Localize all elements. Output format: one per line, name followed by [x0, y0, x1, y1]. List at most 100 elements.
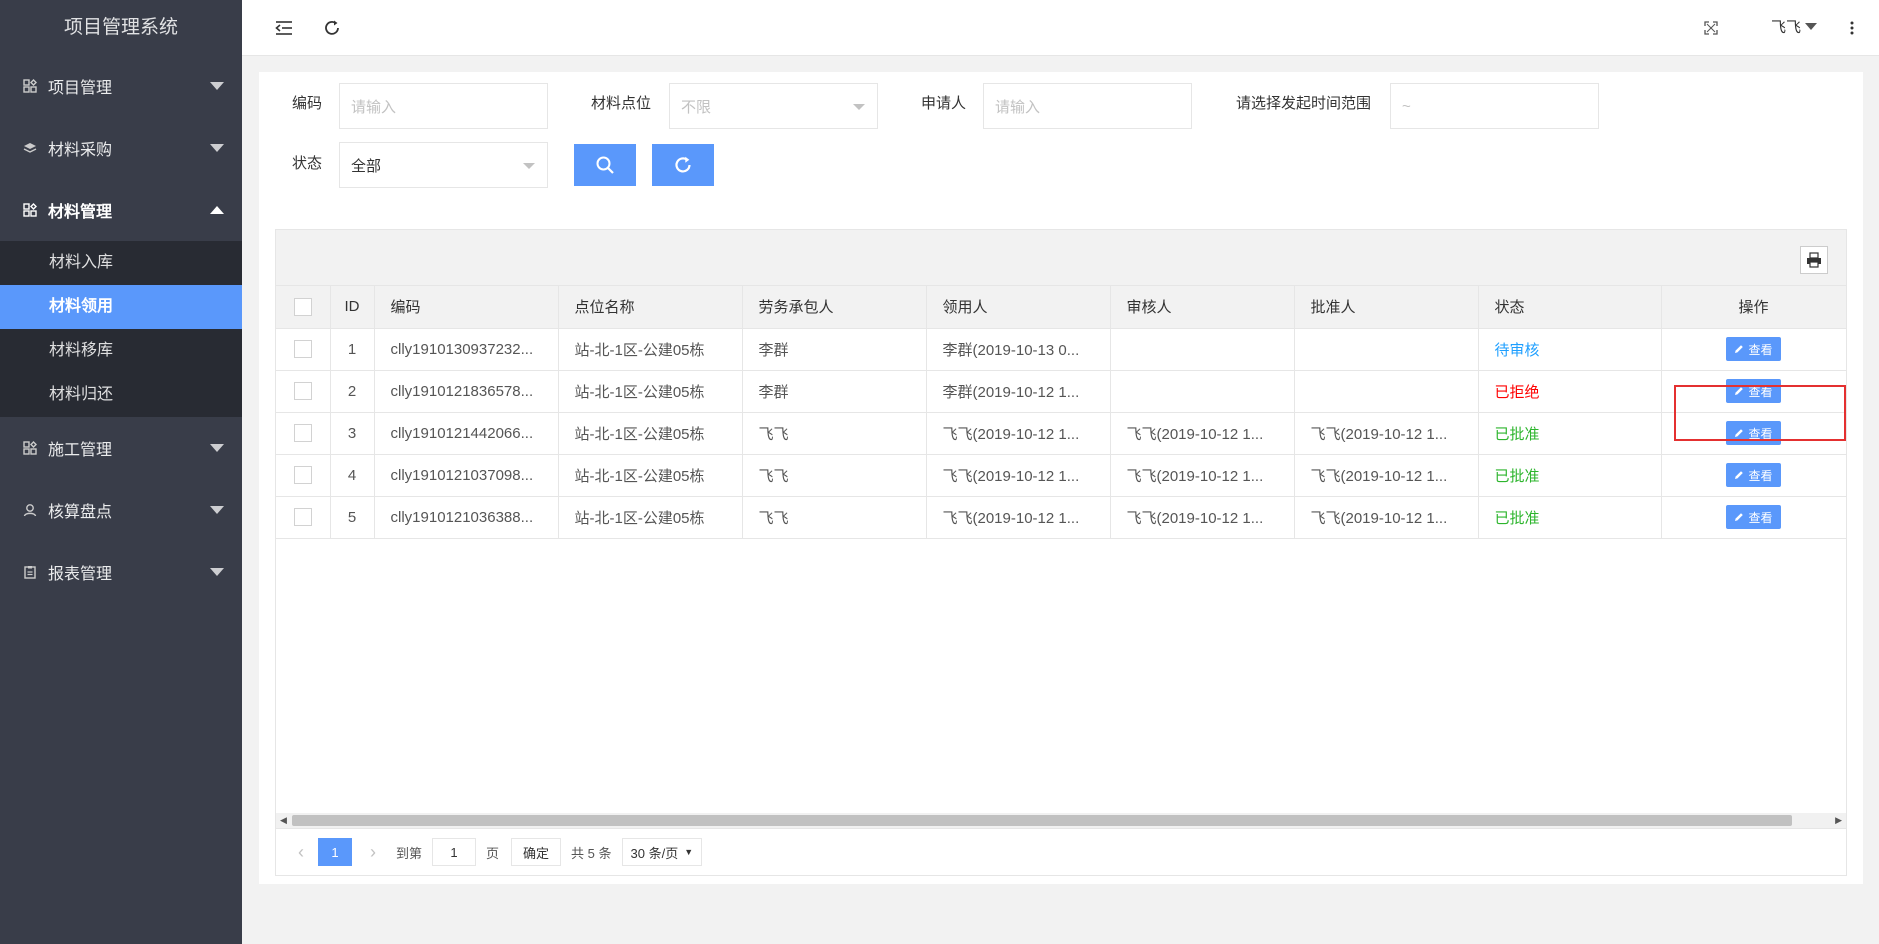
view-button-label: 查看: [1748, 468, 1773, 483]
status-cell: 待审核: [1478, 328, 1662, 371]
menu-collapse-icon[interactable]: [270, 14, 298, 42]
row-checkbox[interactable]: [293, 466, 312, 485]
reviewer-cell: 飞飞(2019-10-12 1...: [1110, 496, 1295, 539]
edit-icon: [1735, 471, 1744, 479]
view-button[interactable]: 查看: [1726, 463, 1781, 487]
print-button[interactable]: [1800, 246, 1828, 274]
location-cell: 站-北-1区-公建05栋: [558, 328, 743, 371]
column-header-status[interactable]: 状态: [1478, 286, 1662, 329]
code-label: 编码: [292, 95, 323, 112]
select-all-cell: [276, 286, 331, 329]
table-row: 5 clly1910121036388... 站-北-1区-公建05栋 飞飞 飞飞(20…: [276, 496, 1847, 539]
column-header-reviewer[interactable]: 审核人: [1110, 286, 1295, 329]
table-header-row: ID 编码 点位名称 劳务承包人 领用人 审核人 批准人 状态 操作: [276, 286, 1847, 329]
view-button[interactable]: 查看: [1726, 379, 1781, 403]
action-cell: 查看: [1661, 454, 1847, 497]
code-input[interactable]: 请输入: [339, 83, 548, 129]
receiver-cell: 李群(2019-10-13 0...: [926, 328, 1111, 371]
page-current[interactable]: 1: [318, 838, 352, 866]
sidebar-item-material[interactable]: 材料管理: [0, 179, 242, 241]
status-cell: 已批准: [1478, 454, 1662, 497]
goto-confirm-button[interactable]: 确定: [511, 838, 562, 866]
view-button[interactable]: 查看: [1726, 505, 1781, 529]
sidebar-item-reports[interactable]: 报表管理: [0, 541, 242, 603]
chevron-down-icon: [853, 104, 865, 110]
submenu-item-stock-in[interactable]: 材料入库: [0, 241, 242, 285]
caret-down-icon: [210, 568, 224, 576]
applicant-label: 申请人: [921, 95, 967, 112]
reviewer-cell: [1110, 370, 1295, 413]
caret-down-icon: [210, 82, 224, 90]
approver-cell: 飞飞(2019-10-12 1...: [1294, 496, 1479, 539]
top-header: 飞飞: [242, 0, 1879, 56]
action-cell: 查看: [1661, 370, 1847, 413]
column-header-receiver[interactable]: 领用人: [926, 286, 1111, 329]
column-header-approver[interactable]: 批准人: [1294, 286, 1479, 329]
print-icon: [1807, 252, 1821, 268]
column-header-contractor[interactable]: 劳务承包人: [742, 286, 927, 329]
location-select[interactable]: 不限: [669, 83, 878, 129]
approver-cell: [1294, 370, 1479, 413]
row-select-cell: [276, 496, 331, 539]
status-cell: 已拒绝: [1478, 370, 1662, 413]
next-page-icon[interactable]: ›: [362, 842, 384, 863]
applicant-input[interactable]: 请输入: [983, 83, 1192, 129]
reset-button[interactable]: [652, 144, 714, 186]
action-cell: 查看: [1661, 412, 1847, 455]
id-cell: 2: [330, 370, 375, 413]
prev-page-icon[interactable]: ‹: [290, 842, 312, 863]
row-select-cell: [276, 370, 331, 413]
sidebar-item-label: 施工管理: [48, 442, 113, 459]
user-name: 飞飞: [1770, 19, 1801, 36]
view-button[interactable]: 查看: [1726, 421, 1781, 445]
view-button[interactable]: 查看: [1726, 337, 1781, 361]
status-label: 状态: [292, 155, 323, 172]
horizontal-scrollbar[interactable]: ◀ ▶: [276, 813, 1846, 828]
sidebar-item-label: 项目管理: [48, 80, 113, 97]
sidebar-item-construction[interactable]: 施工管理: [0, 417, 242, 479]
user-menu[interactable]: 飞飞: [1771, 16, 1817, 37]
fullscreen-icon[interactable]: [1697, 14, 1725, 42]
row-select-cell: [276, 454, 331, 497]
sidebar-item-project[interactable]: 项目管理: [0, 55, 242, 117]
status-select[interactable]: 全部: [339, 142, 548, 188]
sidebar-item-purchase[interactable]: 材料采购: [0, 117, 242, 179]
refresh-icon: [675, 156, 691, 173]
page-size-value: 30 条/页: [630, 845, 679, 861]
submenu-item-requisition[interactable]: 材料领用: [0, 285, 242, 329]
column-header-location[interactable]: 点位名称: [558, 286, 743, 329]
submenu-item-return[interactable]: 材料归还: [0, 373, 242, 417]
table-toolbar: [276, 230, 1846, 286]
scroll-right-icon[interactable]: ▶: [1835, 815, 1842, 826]
location-cell: 站-北-1区-公建05栋: [558, 370, 743, 413]
time-range-input[interactable]: ~: [1390, 83, 1599, 129]
goto-page-input[interactable]: 1: [432, 838, 477, 866]
table-row: 4 clly1910121037098... 站-北-1区-公建05栋 飞飞 飞飞(20…: [276, 454, 1847, 497]
column-header-action: 操作: [1661, 286, 1847, 329]
table: ID 编码 点位名称 劳务承包人 领用人 审核人 批准人 状态 操作 1 clly…: [276, 286, 1847, 539]
dashboard-icon: [22, 78, 38, 94]
edit-icon: [1735, 513, 1744, 521]
refresh-icon[interactable]: [318, 14, 346, 42]
select-all-checkbox[interactable]: [293, 297, 312, 316]
row-checkbox[interactable]: [293, 424, 312, 443]
reviewer-cell: [1110, 328, 1295, 371]
page-unit-label: 页: [486, 845, 500, 861]
scrollbar-thumb[interactable]: [292, 815, 1792, 826]
row-checkbox[interactable]: [293, 508, 312, 527]
scroll-left-icon[interactable]: ◀: [280, 815, 287, 826]
column-header-id[interactable]: ID: [330, 286, 375, 329]
code-cell: clly1910121036388...: [374, 496, 559, 539]
edit-icon: [1735, 429, 1744, 437]
search-button[interactable]: [574, 144, 636, 186]
page-size-select[interactable]: 30 条/页 ▼: [621, 838, 703, 866]
more-vertical-icon[interactable]: [1838, 14, 1866, 42]
submenu-item-transfer[interactable]: 材料移库: [0, 329, 242, 373]
column-header-code[interactable]: 编码: [374, 286, 559, 329]
contractor-cell: 飞飞: [742, 496, 927, 539]
sidebar-item-accounting[interactable]: 核算盘点: [0, 479, 242, 541]
location-label: 材料点位: [591, 95, 652, 112]
code-cell: clly1910121442066...: [374, 412, 559, 455]
row-checkbox[interactable]: [293, 382, 312, 401]
row-checkbox[interactable]: [293, 340, 312, 359]
